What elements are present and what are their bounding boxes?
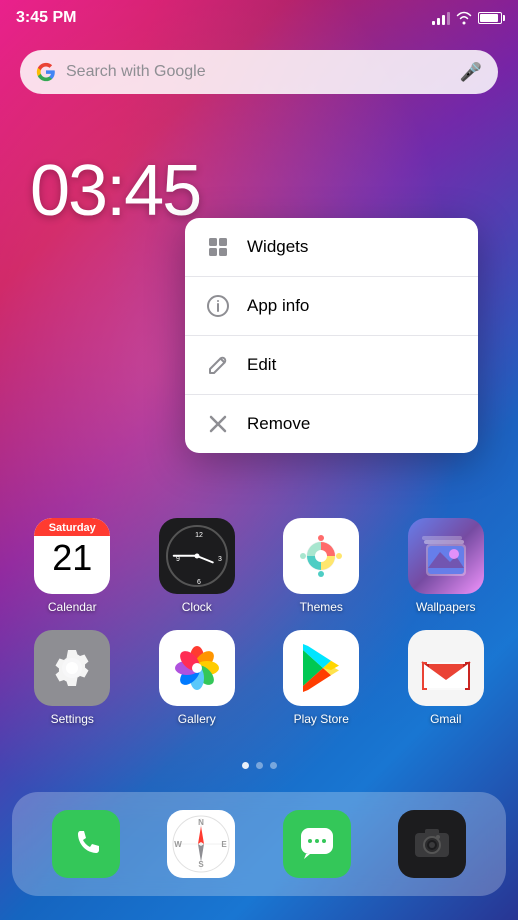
status-bar: 3:45 PM — [0, 0, 518, 36]
safari-icon: N S E W — [167, 810, 235, 878]
calendar-day-number: 21 — [52, 536, 92, 580]
messages-icon — [283, 810, 351, 878]
gmail-label: Gmail — [430, 712, 461, 726]
app-gmail[interactable]: Gmail — [384, 622, 509, 734]
status-icons — [432, 11, 502, 25]
remove-icon — [205, 411, 231, 437]
camera-icon-dock — [398, 810, 466, 878]
wifi-icon — [455, 11, 473, 25]
playstore-label: Play Store — [294, 712, 349, 726]
gallery-label: Gallery — [178, 712, 216, 726]
page-dot-1[interactable] — [242, 762, 249, 769]
page-dots — [0, 762, 518, 769]
playstore-icon — [283, 630, 359, 706]
menu-item-appinfo[interactable]: App info — [185, 277, 478, 336]
svg-text:E: E — [222, 840, 228, 849]
calendar-icon: Saturday 21 — [34, 518, 110, 594]
app-calendar[interactable]: Saturday 21 Calendar — [10, 510, 135, 622]
svg-text:N: N — [198, 818, 204, 827]
menu-remove-label: Remove — [247, 414, 310, 434]
menu-item-remove[interactable]: Remove — [185, 395, 478, 453]
svg-text:6: 6 — [197, 579, 201, 586]
menu-item-edit[interactable]: Edit — [185, 336, 478, 395]
context-menu: Widgets App info Edit Remo — [185, 218, 478, 453]
wallpapers-label: Wallpapers — [416, 600, 476, 614]
themes-label: Themes — [300, 600, 343, 614]
app-playstore[interactable]: Play Store — [259, 622, 384, 734]
phone-icon — [52, 810, 120, 878]
dock-safari[interactable]: N S E W — [167, 810, 235, 878]
app-clock[interactable]: 12 3 6 9 Clock — [135, 510, 260, 622]
info-icon — [205, 293, 231, 319]
svg-text:9: 9 — [176, 556, 180, 563]
themes-icon — [283, 518, 359, 594]
dock-camera[interactable] — [398, 810, 466, 878]
clock-label: Clock — [182, 600, 212, 614]
calendar-day-name: Saturday — [34, 518, 110, 536]
settings-label: Settings — [51, 712, 94, 726]
battery-icon — [478, 12, 502, 24]
status-time: 3:45 PM — [16, 9, 76, 27]
dock-phone[interactable] — [52, 810, 120, 878]
app-themes[interactable]: Themes — [259, 510, 384, 622]
page-dot-2[interactable] — [256, 762, 263, 769]
wallpapers-icon — [408, 518, 484, 594]
clock-face: 12 3 6 9 — [166, 525, 228, 587]
app-gallery[interactable]: Gallery — [135, 622, 260, 734]
signal-icon — [432, 11, 450, 25]
page-dot-3[interactable] — [270, 762, 277, 769]
edit-icon — [205, 352, 231, 378]
gallery-icon — [159, 630, 235, 706]
app-wallpapers[interactable]: Wallpapers — [384, 510, 509, 622]
google-icon — [36, 62, 56, 82]
app-settings[interactable]: Settings — [10, 622, 135, 734]
search-bar[interactable]: Search with Google 🎤 — [20, 50, 498, 94]
dock: N S E W — [12, 792, 506, 896]
search-placeholder: Search with Google — [66, 63, 450, 81]
clock-icon: 12 3 6 9 — [159, 518, 235, 594]
calendar-label: Calendar — [48, 600, 97, 614]
svg-text:12: 12 — [195, 532, 203, 539]
svg-text:S: S — [199, 860, 205, 869]
wallpaper — [0, 0, 518, 920]
mic-icon[interactable]: 🎤 — [460, 62, 482, 83]
clock-display: 03:45 — [30, 150, 200, 232]
app-grid: Saturday 21 Calendar 12 3 6 9 Clock — [0, 510, 518, 734]
menu-appinfo-label: App info — [247, 296, 309, 316]
svg-text:W: W — [174, 840, 182, 849]
widgets-icon — [205, 234, 231, 260]
settings-icon — [34, 630, 110, 706]
menu-edit-label: Edit — [247, 355, 276, 375]
menu-widgets-label: Widgets — [247, 237, 308, 257]
gmail-icon — [408, 630, 484, 706]
svg-text:3: 3 — [218, 556, 222, 563]
dock-messages[interactable] — [283, 810, 351, 878]
menu-item-widgets[interactable]: Widgets — [185, 218, 478, 277]
